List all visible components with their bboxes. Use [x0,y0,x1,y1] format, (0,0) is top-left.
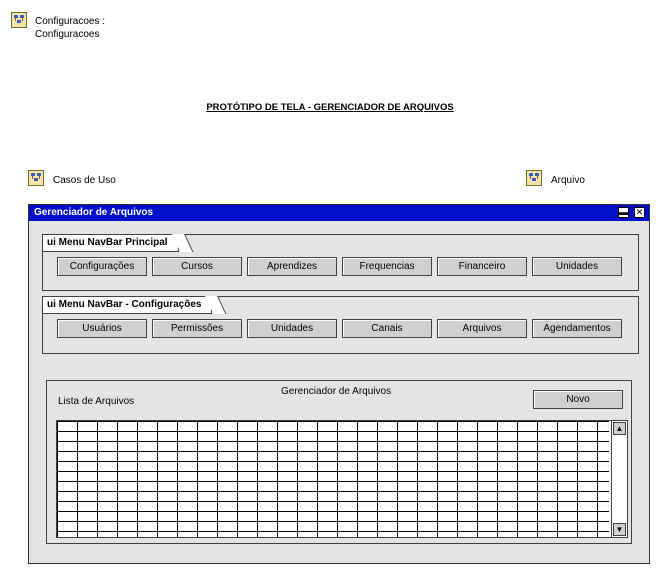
nav-cursos-button[interactable]: Cursos [152,257,242,276]
page-title: PROTÓTIPO DE TELA - GERENCIADOR DE ARQUI… [206,102,454,113]
nav-usuarios-button[interactable]: Usuários [57,319,147,338]
new-file-button[interactable]: Novo [533,390,623,409]
panel-title: Gerenciador de Arquivos [281,386,392,397]
file-list-table[interactable]: ▲ ▼ [56,420,628,538]
casos-de-uso-link[interactable]: Casos de Uso [53,175,116,186]
nav-financeiro-button[interactable]: Financeiro [437,257,527,276]
nav-unidades-config-button[interactable]: Unidades [247,319,337,338]
nav-aprendizes-button[interactable]: Aprendizes [247,257,337,276]
nav-arquivos-button[interactable]: Arquivos [437,319,527,338]
minimize-icon[interactable]: ▬ [618,207,629,218]
window-title: Gerenciador de Arquivos [34,207,154,218]
package-icon[interactable] [526,170,542,186]
nav-permissoes-button[interactable]: Permissões [152,319,242,338]
table-grid[interactable] [57,421,609,537]
navbar-principal-label: ui Menu NavBar Principal [43,235,179,252]
package-icon[interactable] [28,170,44,186]
header-line-2: Configuracoes [35,29,100,40]
navbar-principal: ui Menu NavBar Principal Configurações C… [42,234,639,291]
window-titlebar: Gerenciador de Arquivos ▬ ✕ [29,205,649,221]
file-list-panel: Gerenciador de Arquivos Lista de Arquivo… [46,380,632,544]
file-manager-window: Gerenciador de Arquivos ▬ ✕ ui Menu NavB… [28,204,650,564]
file-list-label: Lista de Arquivos [58,396,135,407]
close-icon[interactable]: ✕ [634,207,645,218]
nav-frequencias-button[interactable]: Frequencias [342,257,432,276]
scroll-up-icon[interactable]: ▲ [613,422,626,435]
package-icon [11,12,27,28]
nav-agendamentos-button[interactable]: Agendamentos [532,319,622,338]
header-line-1: Configuracoes : [35,16,106,27]
navbar-configuracoes: ui Menu NavBar - Configurações Usuários … [42,296,639,354]
nav-unidades-button[interactable]: Unidades [532,257,622,276]
arquivo-link[interactable]: Arquivo [551,175,585,186]
navbar-configuracoes-label: ui Menu NavBar - Configurações [43,297,213,314]
scroll-down-icon[interactable]: ▼ [613,523,626,536]
nav-canais-button[interactable]: Canais [342,319,432,338]
nav-configuracoes-button[interactable]: Configurações [57,257,147,276]
vertical-scrollbar[interactable]: ▲ ▼ [611,421,627,537]
